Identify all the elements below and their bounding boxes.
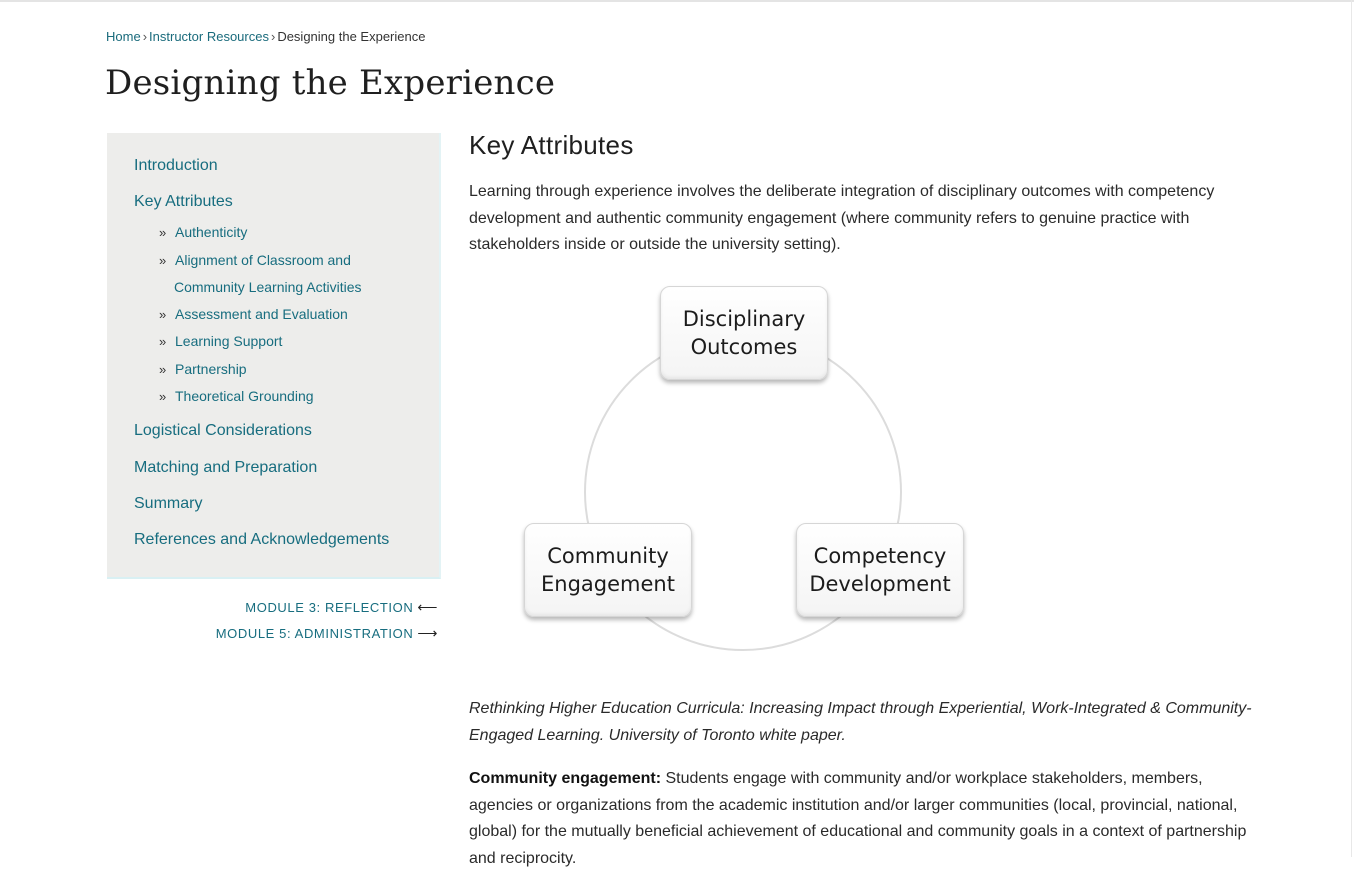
chevron-right-icon: » <box>159 389 167 404</box>
sidebar-item-summary[interactable]: Summary <box>134 495 202 513</box>
node-text: Disciplinary <box>682 307 806 331</box>
sidebar-subitem-label: Theoretical Grounding <box>175 388 314 404</box>
arrow-right-icon: ⟶ <box>417 625 438 641</box>
chevron-right-icon: » <box>159 307 167 322</box>
arrow-left-icon: ⟵ <box>417 599 438 615</box>
sidebar-item-logistical-considerations[interactable]: Logistical Considerations <box>134 422 312 440</box>
sidebar-subitem-label-cont: Community Learning Activities <box>174 279 362 295</box>
diagram-node-disciplinary-outcomes: Disciplinary Outcomes <box>660 286 828 380</box>
sidebar-subitem-partnership[interactable]: » Partnership <box>159 356 247 383</box>
sidebar-item-references[interactable]: References and Acknowledgements <box>134 531 389 549</box>
prev-module-label: MODULE 3: REFLECTION <box>245 600 414 615</box>
page-title: Designing the Experience <box>105 63 556 103</box>
sidebar-subitem-theoretical-grounding[interactable]: » Theoretical Grounding <box>159 383 314 410</box>
node-text: Community <box>547 544 669 568</box>
node-text: Competency <box>813 544 947 568</box>
right-border <box>1351 0 1352 857</box>
sidebar-nav: Introduction Key Attributes » Authenticit… <box>107 133 441 579</box>
diagram-node-competency-development: Competency Development <box>796 523 964 617</box>
breadcrumb-home-link[interactable]: Home <box>106 29 141 44</box>
sidebar-subitem-label: Alignment of Classroom and <box>175 252 351 268</box>
sidebar-subitem-label: Partnership <box>175 361 247 377</box>
diagram-caption: Rethinking Higher Education Curricula: I… <box>469 700 1252 744</box>
breadcrumb-current: Designing the Experience <box>277 29 426 44</box>
sidebar-item-key-attributes[interactable]: Key Attributes <box>134 193 233 211</box>
sidebar-subitem-label: Authenticity <box>175 224 248 240</box>
sidebar-subitem-label: Assessment and Evaluation <box>175 306 348 322</box>
paragraph-label: Community engagement: <box>469 770 662 787</box>
chevron-right-icon: » <box>159 225 167 240</box>
sidebar-item-introduction[interactable]: Introduction <box>134 157 218 175</box>
chevron-right-icon: » <box>159 362 167 377</box>
next-module-label: MODULE 5: ADMINISTRATION <box>215 626 414 641</box>
sidebar-subitem-assessment[interactable]: » Assessment and Evaluation <box>159 301 348 328</box>
breadcrumb: Home › Instructor Resources › Designing the … <box>106 29 425 44</box>
sidebar-subitem-learning-support[interactable]: » Learning Support <box>159 328 282 355</box>
breadcrumb-instructor-resources-link[interactable]: Instructor Resources <box>149 29 269 44</box>
section-heading: Key Attributes <box>469 130 634 160</box>
prev-module-link[interactable]: MODULE 3: REFLECTION ⟵ <box>245 599 438 616</box>
node-text: Development <box>809 572 951 596</box>
sidebar-subitem-label: Learning Support <box>175 333 283 349</box>
intro-paragraph: Learning through experience involves the… <box>469 183 1215 253</box>
node-text: Engagement <box>541 572 675 596</box>
key-attributes-diagram: Disciplinary Outcomes Community Engagement… <box>470 280 990 660</box>
node-text: Outcomes <box>690 335 798 359</box>
next-module-link[interactable]: MODULE 5: ADMINISTRATION ⟶ <box>216 625 438 642</box>
diagram-node-community-engagement: Community Engagement <box>524 523 692 617</box>
breadcrumb-separator: › <box>142 29 148 44</box>
top-border <box>0 0 1354 2</box>
sidebar-subitem-authenticity[interactable]: » Authenticity <box>159 219 247 246</box>
sidebar-item-matching-preparation[interactable]: Matching and Preparation <box>134 459 317 477</box>
chevron-right-icon: » <box>159 334 167 349</box>
sidebar-subitem-alignment[interactable]: » Alignment of Classroom and Community Le… <box>159 247 362 300</box>
chevron-right-icon: » <box>159 253 167 268</box>
community-engagement-paragraph: Community engagement: Students engage wi… <box>469 766 1259 872</box>
